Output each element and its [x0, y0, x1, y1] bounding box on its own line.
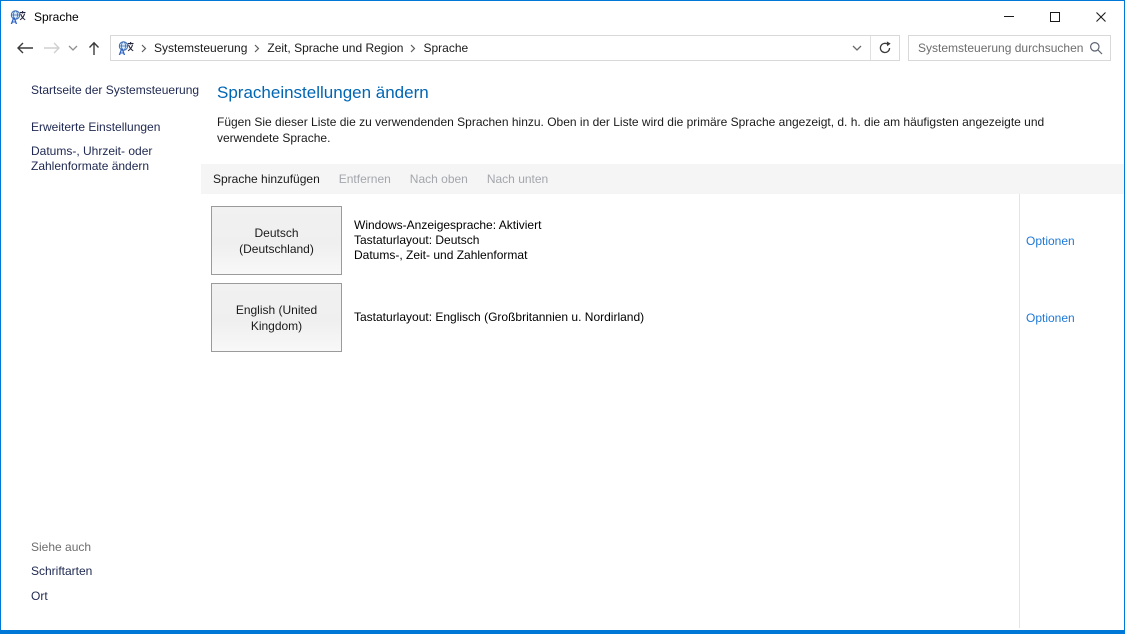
sidebar-item-location[interactable]: Ort — [31, 589, 92, 604]
search-icon — [1089, 41, 1103, 55]
refresh-button[interactable] — [871, 36, 899, 60]
window-controls — [986, 1, 1124, 32]
language-details: Windows-Anzeigesprache: Aktiviert Tastat… — [354, 218, 541, 263]
up-arrow-icon — [88, 41, 100, 56]
forward-arrow-icon — [43, 42, 61, 54]
refresh-icon — [878, 41, 892, 55]
move-up-button[interactable]: Nach oben — [410, 172, 468, 186]
title-bar: A Sprache — [1, 1, 1124, 32]
language-row-english: English (United Kingdom) Tastaturlayout:… — [211, 283, 1124, 352]
sidebar-item-change-formats[interactable]: Datums-, Uhrzeit- oder Zahlenformate änd… — [31, 144, 183, 174]
chevron-down-icon — [852, 45, 862, 51]
language-list: Deutsch (Deutschland) Windows-Anzeigespr… — [201, 194, 1124, 630]
sidebar: Startseite der Systemsteuerung Erweitert… — [1, 64, 201, 630]
maximize-button[interactable] — [1032, 1, 1078, 32]
see-also-header: Siehe auch — [31, 540, 92, 554]
detail-line: Windows-Anzeigesprache: Aktiviert — [354, 218, 541, 233]
maximize-icon — [1050, 12, 1060, 22]
window-body: Startseite der Systemsteuerung Erweitert… — [1, 64, 1124, 630]
detail-line: Tastaturlayout: Deutsch — [354, 233, 541, 248]
back-button[interactable] — [11, 34, 39, 62]
breadcrumb-chevron-icon[interactable] — [407, 44, 419, 53]
back-arrow-icon — [16, 42, 34, 54]
forward-button[interactable] — [39, 34, 65, 62]
sidebar-item-control-panel-home[interactable]: Startseite der Systemsteuerung — [31, 83, 201, 98]
remove-button[interactable]: Entfernen — [339, 172, 391, 186]
move-down-button[interactable]: Nach unten — [487, 172, 548, 186]
language-icon: A — [10, 9, 26, 25]
control-panel-window: A Sprache — [0, 0, 1125, 634]
svg-text:A: A — [11, 16, 18, 25]
window-title: Sprache — [34, 10, 79, 24]
language-toolbar: Sprache hinzufügen Entfernen Nach oben N… — [201, 164, 1124, 194]
minimize-icon — [1004, 16, 1014, 17]
breadcrumb-item-systemsteuerung[interactable]: Systemsteuerung — [150, 41, 251, 55]
language-tile-english[interactable]: English (United Kingdom) — [211, 283, 342, 352]
breadcrumb-chevron-icon[interactable] — [138, 44, 150, 53]
sidebar-item-fonts[interactable]: Schriftarten — [31, 564, 92, 579]
language-icon: A — [118, 40, 134, 56]
recent-locations-dropdown[interactable] — [65, 34, 81, 62]
close-button[interactable] — [1078, 1, 1124, 32]
language-tile-deutsch[interactable]: Deutsch (Deutschland) — [211, 206, 342, 275]
sidebar-item-advanced-settings[interactable]: Erweiterte Einstellungen — [31, 120, 183, 135]
language-details: Tastaturlayout: Englisch (Großbritannien… — [354, 310, 644, 325]
main-content: Spracheinstellungen ändern Fügen Sie die… — [201, 64, 1124, 630]
svg-text:A: A — [119, 47, 126, 56]
detail-line: Datums-, Zeit- und Zahlenformat — [354, 248, 541, 263]
options-link-english[interactable]: Optionen — [1026, 311, 1075, 325]
breadcrumb-item-sprache[interactable]: Sprache — [419, 41, 472, 55]
detail-line: Tastaturlayout: Englisch (Großbritannien… — [354, 310, 644, 325]
page-title: Spracheinstellungen ändern — [217, 83, 1108, 103]
navigation-bar: A Systemsteuerung Zeit, Sprache und Regi… — [1, 32, 1124, 64]
search-box — [908, 35, 1111, 61]
chevron-down-icon — [68, 45, 78, 51]
see-also-section: Siehe auch Schriftarten Ort — [31, 540, 92, 614]
close-icon — [1096, 12, 1106, 22]
breadcrumb-item-zeit-sprache-region[interactable]: Zeit, Sprache und Region — [263, 41, 407, 55]
add-language-button[interactable]: Sprache hinzufügen — [213, 172, 320, 186]
up-button[interactable] — [81, 34, 107, 62]
search-input[interactable] — [918, 41, 1089, 55]
page-description: Fügen Sie dieser Liste die zu verwendend… — [217, 114, 1108, 146]
address-bar[interactable]: A Systemsteuerung Zeit, Sprache und Regi… — [110, 35, 900, 61]
breadcrumb-chevron-icon[interactable] — [251, 44, 263, 53]
address-dropdown-button[interactable] — [844, 36, 870, 60]
minimize-button[interactable] — [986, 1, 1032, 32]
options-link-deutsch[interactable]: Optionen — [1026, 234, 1075, 248]
language-row-deutsch: Deutsch (Deutschland) Windows-Anzeigespr… — [211, 206, 1124, 275]
